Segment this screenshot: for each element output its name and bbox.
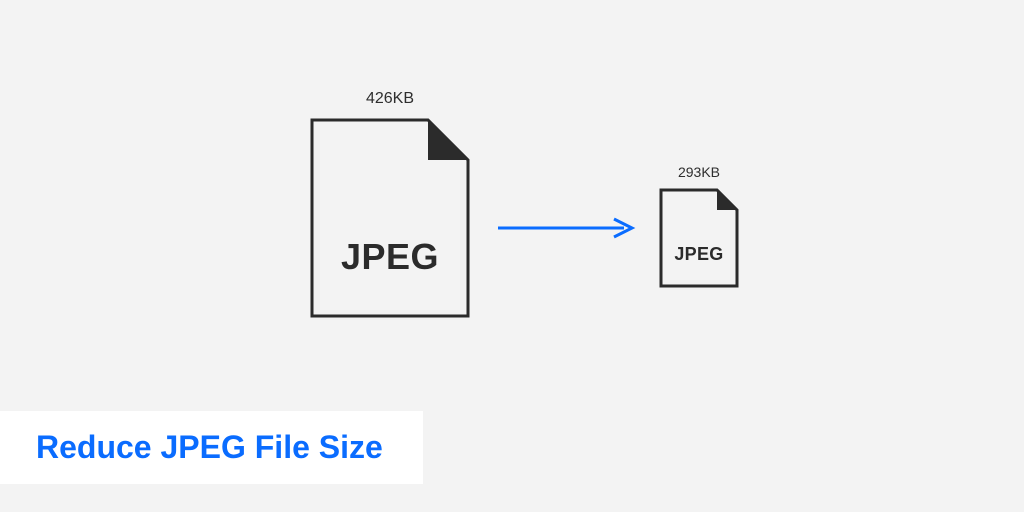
original-format-label: JPEG [310,236,470,278]
file-icon: JPEG [310,118,470,318]
original-size-label: 426KB [366,90,414,108]
compression-diagram: 426KB JPEG 293KB JPEG [310,90,744,318]
page-title: Reduce JPEG File Size [0,411,423,484]
document-icon [659,188,739,288]
reduced-size-label: 293KB [678,164,720,180]
document-icon [310,118,470,318]
reduced-format-label: JPEG [659,244,739,265]
reduced-file-block: 293KB JPEG [654,164,744,288]
original-file-block: 426KB JPEG [310,90,470,318]
file-icon: JPEG [659,188,739,288]
arrow-right-icon [496,216,636,245]
